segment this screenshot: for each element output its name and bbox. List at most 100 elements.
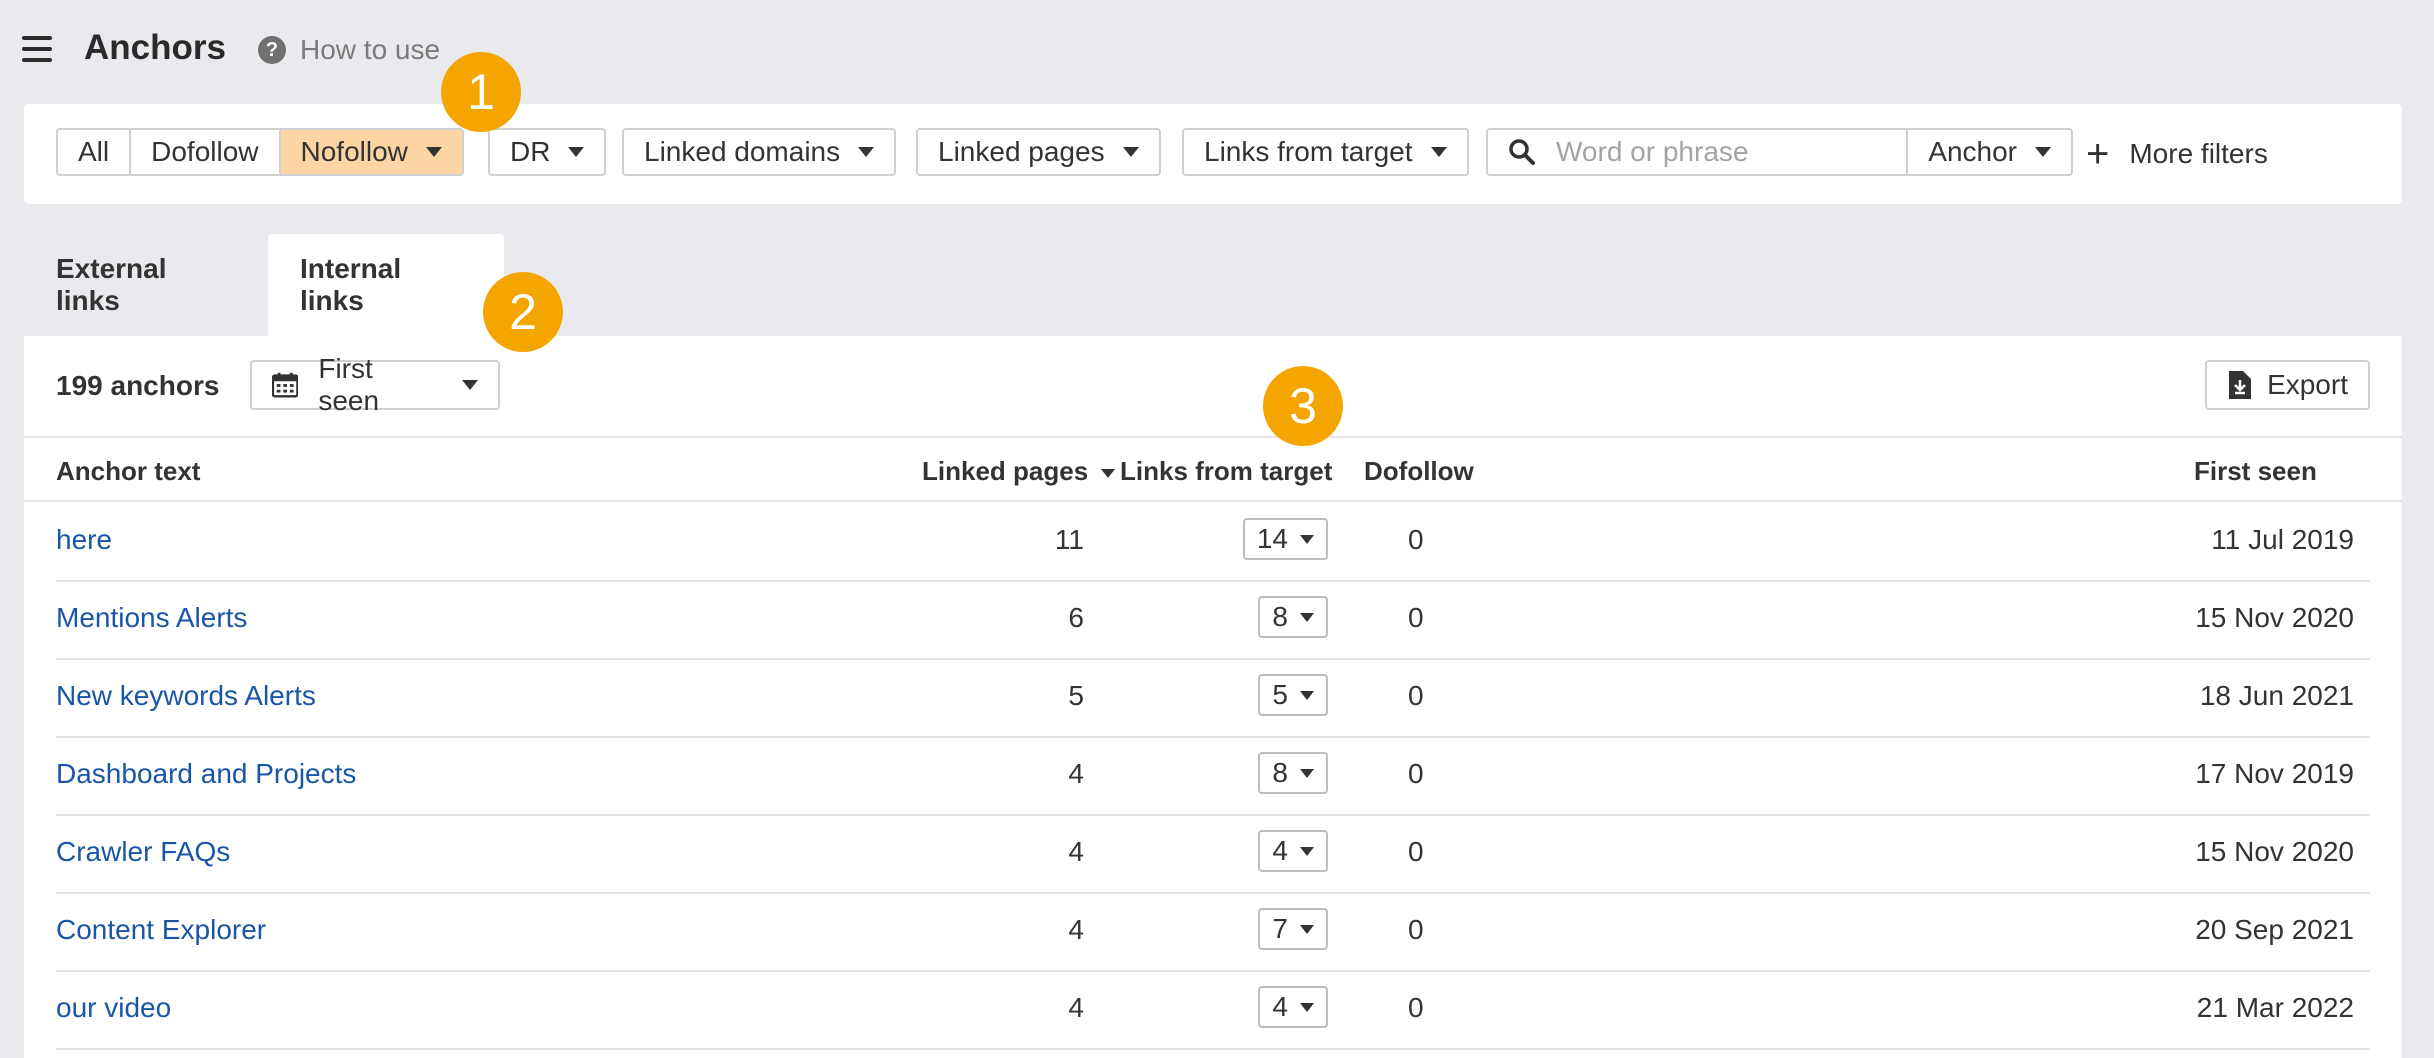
chevron-down-icon <box>1300 846 1314 856</box>
chevron-down-icon <box>1300 1002 1314 1012</box>
dofollow-value: 0 <box>1408 602 1424 633</box>
col-links-from-target[interactable]: Links from target <box>1120 456 1332 487</box>
first-seen-value: 20 Sep 2021 <box>2195 914 2354 945</box>
sort-desc-icon <box>1101 468 1116 478</box>
linked-pages-value: 4 <box>1068 992 1084 1023</box>
chevron-down-icon <box>425 147 442 157</box>
table-row: Crawler FAQs 4 4 0 15 Nov 2020 <box>56 814 2370 894</box>
divider <box>24 436 2402 438</box>
annotation-badge-1: 1 <box>441 52 521 132</box>
linked-pages-value: 4 <box>1068 758 1084 789</box>
anchor-count: 199 anchors <box>56 370 220 401</box>
search-mode-dropdown[interactable]: Anchor <box>1908 130 2071 174</box>
date-filter-dropdown[interactable]: First seen <box>250 353 500 416</box>
table-row: New keywords Alerts 5 5 0 18 Jun 2021 <box>56 658 2370 738</box>
filter-all-button[interactable]: All <box>58 130 132 174</box>
linked-domains-dropdown[interactable]: Linked domains <box>622 128 897 176</box>
linked-pages-value: 5 <box>1068 680 1084 711</box>
dr-dropdown[interactable]: DR <box>488 128 607 176</box>
links-from-target-dropdown[interactable]: 7 <box>1258 908 1328 950</box>
more-filters-button[interactable]: + More filters <box>2086 132 2268 176</box>
chevron-down-icon <box>1300 534 1314 544</box>
linked-pages-value: 11 <box>1054 524 1084 555</box>
col-dofollow[interactable]: Dofollow <box>1364 456 1474 487</box>
dofollow-value: 0 <box>1408 524 1424 555</box>
search-field-wrap <box>1488 130 1909 174</box>
links-from-target-value: 7 <box>1272 913 1288 944</box>
how-to-use-link[interactable]: ? How to use <box>258 34 440 66</box>
table-row: Dashboard and Projects 4 8 0 17 Nov 2019 <box>56 736 2370 816</box>
menu-icon[interactable] <box>22 36 52 62</box>
chevron-down-icon <box>1300 690 1314 700</box>
col-anchor-text[interactable]: Anchor text <box>56 456 200 487</box>
chevron-down-icon <box>858 147 875 157</box>
date-filter-label: First seen <box>318 353 380 416</box>
download-icon <box>2229 371 2252 399</box>
export-label: Export <box>2267 369 2348 400</box>
dofollow-value: 0 <box>1408 680 1424 711</box>
linked-pages-value: 6 <box>1068 602 1084 633</box>
linked-pages-value: 4 <box>1068 836 1084 867</box>
linked-pages-dropdown[interactable]: Linked pages <box>916 128 1161 176</box>
search-icon <box>1509 139 1535 165</box>
chevron-down-icon <box>1300 768 1314 778</box>
links-from-target-dropdown[interactable]: 14 <box>1242 518 1328 560</box>
tab-external-links[interactable]: External links <box>24 234 199 336</box>
dofollow-value: 0 <box>1408 836 1424 867</box>
top-bar: Anchors ? How to use <box>0 0 2434 100</box>
dofollow-value: 0 <box>1408 992 1424 1023</box>
annotation-badge-2: 2 <box>483 272 563 352</box>
anchor-link[interactable]: Crawler FAQs <box>56 836 230 868</box>
anchor-link[interactable]: New keywords Alerts <box>56 680 316 712</box>
anchor-link[interactable]: here <box>56 524 112 556</box>
chevron-down-icon <box>1300 612 1314 622</box>
plus-icon: + <box>2086 132 2110 176</box>
search-mode-label: Anchor <box>1928 136 2017 167</box>
links-from-target-label: Links from target <box>1204 136 1413 167</box>
first-seen-value: 18 Jun 2021 <box>2199 680 2354 711</box>
links-from-target-dropdown[interactable]: 5 <box>1258 674 1328 716</box>
first-seen-value: 21 Mar 2022 <box>2196 992 2354 1023</box>
first-seen-value: 11 Jul 2019 <box>2211 524 2354 555</box>
links-from-target-value: 8 <box>1272 601 1288 632</box>
linked-pages-value: 4 <box>1068 914 1084 945</box>
chevron-down-icon <box>568 147 585 157</box>
how-to-use-label: How to use <box>300 34 441 65</box>
chevron-down-icon <box>1430 147 1447 157</box>
help-icon: ? <box>258 36 286 64</box>
links-from-target-dropdown[interactable]: 8 <box>1258 752 1328 794</box>
anchor-link[interactable]: Dashboard and Projects <box>56 758 356 790</box>
links-from-target-dropdown[interactable]: 4 <box>1258 830 1328 872</box>
filter-dofollow-button[interactable]: Dofollow <box>131 130 281 174</box>
search-input[interactable] <box>1554 135 1858 169</box>
col-linked-pages-label: Linked pages <box>922 456 1089 486</box>
dr-dropdown-label: DR <box>510 136 551 167</box>
links-from-target-value: 4 <box>1272 835 1288 866</box>
first-seen-value: 17 Nov 2019 <box>2195 758 2354 789</box>
filter-nofollow-label: Nofollow <box>300 136 408 167</box>
chevron-down-icon <box>462 380 478 390</box>
filter-bar: All Dofollow Nofollow DR Linked domains … <box>24 104 2402 204</box>
links-from-target-value: 5 <box>1272 679 1288 710</box>
search-box: Anchor <box>1486 128 2073 176</box>
anchor-link[interactable]: Mentions Alerts <box>56 602 247 634</box>
annotation-badge-3: 3 <box>1263 366 1343 446</box>
anchor-link[interactable]: our video <box>56 992 171 1024</box>
links-from-target-value: 8 <box>1272 757 1288 788</box>
first-seen-value: 15 Nov 2020 <box>2195 836 2354 867</box>
dofollow-value: 0 <box>1408 758 1424 789</box>
col-linked-pages[interactable]: Linked pages <box>922 456 1116 487</box>
table-row: our video 4 4 0 21 Mar 2022 <box>56 970 2370 1050</box>
tab-internal-links[interactable]: Internal links <box>268 234 504 336</box>
page-title: Anchors <box>84 28 226 67</box>
links-from-target-dropdown[interactable]: Links from target <box>1182 128 1469 176</box>
linked-pages-label: Linked pages <box>938 136 1105 167</box>
dofollow-value: 0 <box>1408 914 1424 945</box>
filter-nofollow-button[interactable]: Nofollow <box>280 130 462 174</box>
more-filters-label: More filters <box>2129 138 2268 169</box>
links-from-target-dropdown[interactable]: 8 <box>1258 596 1328 638</box>
anchor-link[interactable]: Content Explorer <box>56 914 266 946</box>
col-first-seen[interactable]: First seen <box>2194 456 2317 487</box>
export-button[interactable]: Export <box>2205 360 2370 410</box>
links-from-target-dropdown[interactable]: 4 <box>1258 986 1328 1028</box>
